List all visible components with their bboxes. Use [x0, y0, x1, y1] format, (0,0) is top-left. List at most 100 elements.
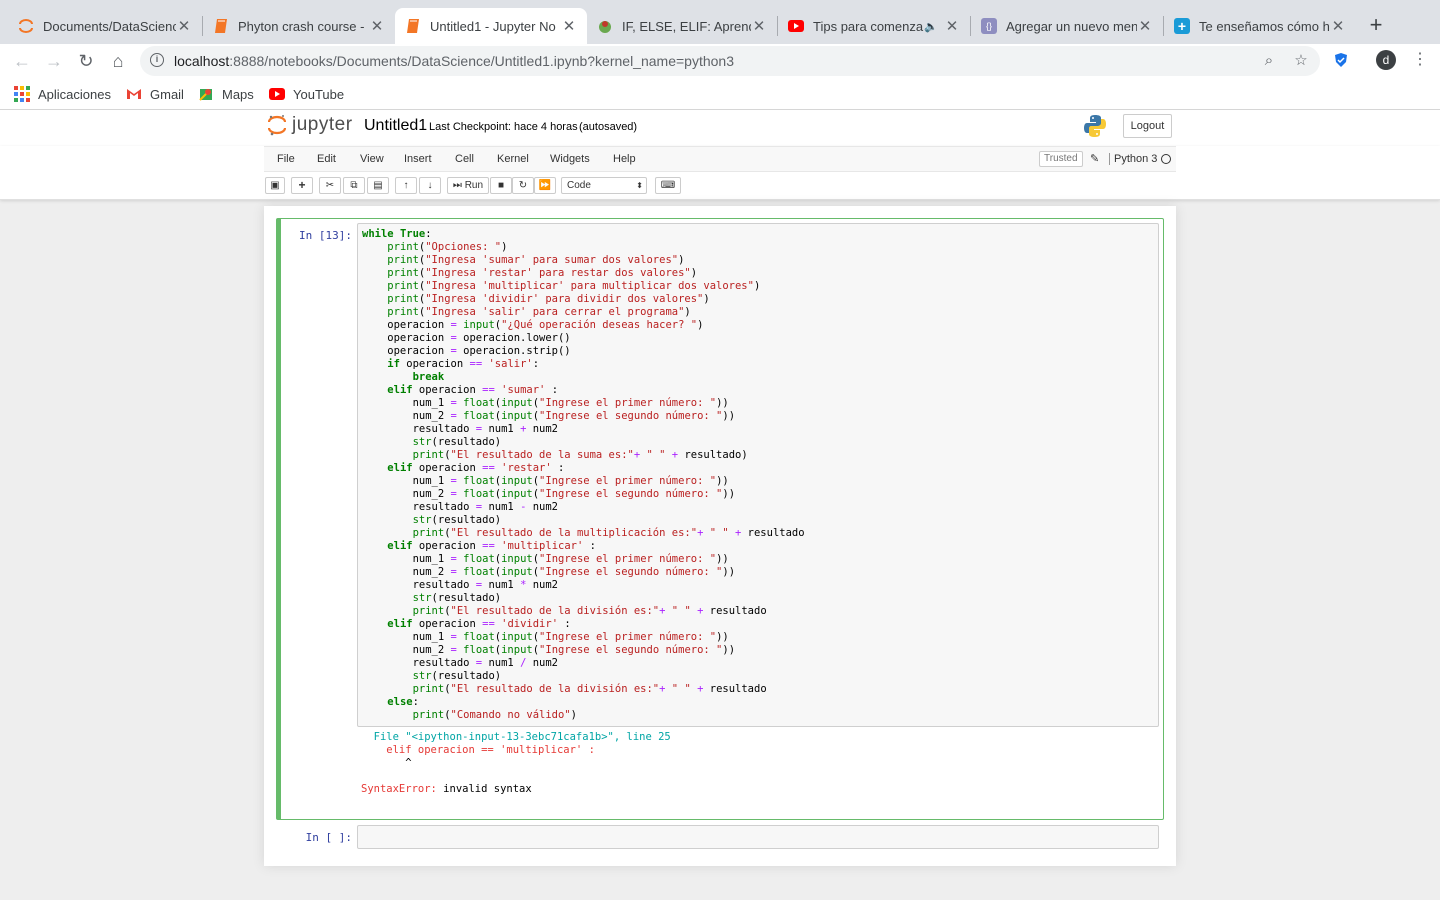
close-icon[interactable]: ✕	[1330, 17, 1346, 35]
speaker-icon[interactable]: 🔈	[924, 20, 938, 33]
menu-widgets[interactable]: Widgets	[550, 153, 590, 165]
trusted-badge[interactable]: Trusted	[1039, 151, 1083, 167]
tab-title: Tips para comenza	[813, 18, 924, 34]
code-source[interactable]: while True: print("Opciones: ") print("I…	[362, 228, 805, 722]
menu-view[interactable]: View	[360, 153, 384, 165]
error-output: File "<ipython-input-13-3ebc71cafa1b>", …	[361, 731, 671, 796]
select-arrows-icon: ⬍	[636, 181, 643, 190]
save-icon: ▣	[270, 180, 280, 191]
pencil-icon[interactable]: ✎	[1090, 152, 1099, 165]
home-icon[interactable]: ⌂	[106, 49, 130, 73]
gmail-icon	[126, 86, 142, 102]
bookmark-maps[interactable]: Maps	[198, 86, 254, 102]
browser-tab[interactable]: Phyton crash course - ✕	[203, 8, 395, 44]
notebook-name[interactable]: Untitled1	[364, 117, 427, 135]
browser-tab-strip: Documents/DataScienc ✕ Phyton crash cour…	[0, 0, 1440, 44]
scissors-icon: ✂	[325, 180, 335, 191]
copy-icon: ⧉	[350, 180, 358, 191]
close-icon[interactable]: ✕	[751, 17, 767, 35]
youtube-icon	[269, 86, 285, 102]
paste-button[interactable]: ▤	[367, 177, 389, 194]
notebook-icon	[213, 18, 229, 34]
youtube-icon	[788, 18, 804, 34]
jupyter-wordmark: jupyter	[292, 114, 353, 135]
reload-icon[interactable]: ↻	[74, 49, 98, 73]
back-arrow-icon[interactable]: ←	[10, 49, 34, 73]
jupyter-icon	[18, 18, 34, 34]
apps-grid-icon	[14, 86, 30, 102]
run-label: Run	[464, 180, 484, 191]
close-icon[interactable]: ✕	[1137, 17, 1153, 35]
star-icon[interactable]: ☆	[1292, 52, 1310, 70]
cell-type-select[interactable]: Code ⬍	[561, 177, 647, 194]
bookmark-apps[interactable]: Aplicaciones	[14, 86, 111, 102]
jupyter-menu-container: File Edit View Insert Cell Kernel Widget…	[0, 146, 1440, 200]
info-icon[interactable]: i	[150, 53, 164, 67]
site-icon	[597, 18, 613, 34]
jupyter-logo[interactable]: jupyter	[267, 114, 353, 136]
avatar[interactable]: d	[1376, 50, 1396, 70]
interrupt-button[interactable]: ■	[490, 177, 512, 194]
bookmark-gmail[interactable]: Gmail	[126, 86, 184, 102]
menu-kernel[interactable]: Kernel	[497, 153, 529, 165]
tab-title: Untitled1 - Jupyter No	[430, 18, 556, 34]
kernel-status-icon	[1161, 154, 1171, 164]
jupyter-menubar: File Edit View Insert Cell Kernel Widget…	[264, 146, 1176, 172]
cell-type-value: Code	[567, 180, 591, 191]
close-icon[interactable]: ✕	[561, 17, 577, 35]
input-prompt: In [13]:	[299, 229, 352, 242]
insert-cell-button[interactable]: +	[291, 177, 313, 194]
menu-file[interactable]: File	[277, 153, 295, 165]
menu-edit[interactable]: Edit	[317, 153, 336, 165]
notebook-container: In [13]: while True: print("Opciones: ")…	[264, 206, 1176, 866]
python-logo-icon	[1084, 115, 1106, 137]
code-editor[interactable]: while True: print("Opciones: ") print("I…	[357, 223, 1159, 727]
command-palette-button[interactable]: ⌨	[655, 177, 681, 194]
arrow-up-icon: ↑	[403, 180, 409, 191]
browser-tab-active[interactable]: Untitled1 - Jupyter No ✕	[395, 8, 587, 44]
tab-title: IF, ELSE, ELIF: Aprend	[622, 18, 751, 34]
move-down-button[interactable]: ↓	[419, 177, 441, 194]
menu-cell[interactable]: Cell	[455, 153, 474, 165]
menu-insert[interactable]: Insert	[404, 153, 432, 165]
address-bar[interactable]: i localhost:8888/notebooks/Documents/Dat…	[140, 46, 1320, 76]
url-text[interactable]: localhost:8888/notebooks/Documents/DataS…	[174, 53, 734, 69]
browser-tab[interactable]: + Te enseñamos cómo h ✕	[1164, 8, 1356, 44]
step-forward-icon: ⏭	[452, 180, 462, 191]
new-tab-button[interactable]: +	[1366, 12, 1386, 38]
browser-tab[interactable]: Documents/DataScienc ✕	[8, 8, 202, 44]
run-button[interactable]: ⏭ Run	[447, 177, 489, 194]
autosave-status: (autosaved)	[579, 121, 638, 133]
browser-menu-icon[interactable]: ⋮	[1412, 49, 1428, 69]
checkpoint-status: Last Checkpoint: hace 4 horas	[429, 121, 578, 133]
bookmark-label: Aplicaciones	[38, 86, 111, 102]
bookmark-label: Maps	[222, 86, 254, 102]
close-icon[interactable]: ✕	[369, 17, 385, 35]
browser-tab[interactable]: {} Agregar un nuevo men ✕	[971, 8, 1163, 44]
close-icon[interactable]: ✕	[944, 17, 960, 35]
restart-icon: ↻	[518, 180, 528, 191]
plus-icon: +	[1174, 18, 1190, 34]
restart-run-all-button[interactable]: ⏩	[534, 177, 556, 194]
kernel-name[interactable]: Python 3	[1109, 153, 1157, 165]
browser-tab[interactable]: IF, ELSE, ELIF: Aprend ✕	[587, 8, 777, 44]
tab-title: Phyton crash course -	[238, 18, 365, 34]
browser-tab[interactable]: Tips para comenza 🔈 ✕	[778, 8, 970, 44]
close-icon[interactable]: ✕	[176, 17, 192, 35]
zoom-icon[interactable]: ⌕	[1260, 52, 1278, 70]
plus-icon: +	[298, 178, 306, 192]
move-up-button[interactable]: ↑	[395, 177, 417, 194]
empty-code-cell[interactable]	[357, 825, 1159, 849]
input-prompt-empty: In [ ]:	[305, 831, 352, 844]
bookmark-label: YouTube	[293, 86, 345, 102]
cut-button[interactable]: ✂	[319, 177, 341, 194]
save-button[interactable]: ▣	[265, 177, 285, 194]
menu-help[interactable]: Help	[613, 153, 636, 165]
tab-title: Agregar un nuevo men	[1006, 18, 1137, 34]
forward-arrow-icon[interactable]: →	[42, 49, 66, 73]
bookmark-youtube[interactable]: YouTube	[269, 86, 344, 102]
copy-button[interactable]: ⧉	[343, 177, 365, 194]
restart-button[interactable]: ↻	[512, 177, 534, 194]
logout-button[interactable]: Logout	[1123, 114, 1172, 138]
shield-extension-icon[interactable]	[1333, 52, 1349, 68]
